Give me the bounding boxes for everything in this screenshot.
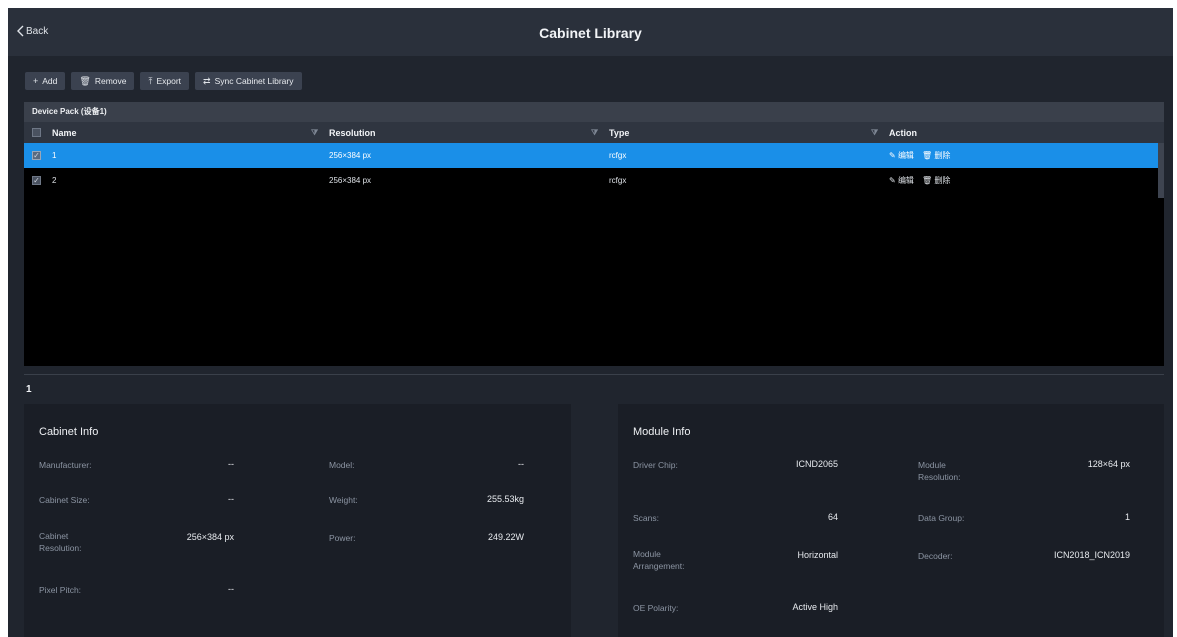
pixel-pitch-value: -- (228, 584, 234, 594)
weight-label: Weight: (329, 495, 358, 505)
table-header: Name ⧩ Resolution ⧩ Type ⧩ Action (24, 122, 1164, 143)
manufacturer-label: Manufacturer: (39, 460, 92, 470)
power-value: 249.22W (487, 532, 524, 542)
column-type[interactable]: Type (609, 128, 629, 138)
page-title: Cabinet Library (539, 25, 642, 41)
module-resolution-value: 128×64 px (1087, 459, 1130, 469)
row-resolution: 256×384 px (329, 151, 372, 160)
cabinet-resolution-label: Cabinet Resolution: (39, 531, 82, 553)
trash-icon: 🗑 (921, 151, 935, 160)
weight-value: 255.53kg (486, 494, 524, 504)
data-group-value: 1 (1124, 512, 1130, 522)
row-actions: ✎ 编辑 🗑 删除 (889, 150, 950, 161)
module-arrangement-value: Horizontal (797, 550, 838, 560)
row-checkbox[interactable]: ✓ (32, 176, 41, 185)
edit-link[interactable]: ✎ 编辑 (889, 150, 914, 161)
row-type: rcfgx (609, 151, 627, 160)
add-button[interactable]: + Add (25, 72, 66, 90)
sync-label: Sync Cabinet Library (214, 76, 294, 86)
row-actions: ✎ 编辑 🗑 删除 (889, 175, 950, 186)
row-type: rcfgx (609, 176, 627, 185)
add-label: Add (42, 76, 58, 86)
remove-label: Remove (94, 76, 127, 86)
row-checkbox[interactable]: ✓ (32, 151, 41, 160)
app-window: Back Cabinet Library + Add 🗑 Remove ⤒ Ex… (8, 8, 1173, 637)
edit-label: 编辑 (897, 176, 914, 185)
pixel-pitch-label: Pixel Pitch: (39, 585, 82, 595)
pencil-icon: ✎ (889, 176, 898, 185)
driver-chip-label: Driver Chip: (633, 460, 678, 470)
trash-icon: 🗑 (79, 75, 91, 86)
filter-icon[interactable]: ⧩ (871, 128, 878, 138)
export-button[interactable]: ⤒ Export (140, 72, 190, 90)
sync-icon: ⇄ (203, 75, 211, 86)
scans-label: Scans: (633, 513, 659, 523)
pencil-icon: ✎ (889, 151, 898, 160)
sync-cabinet-library-button[interactable]: ⇄ Sync Cabinet Library (195, 72, 302, 90)
edit-label: 编辑 (897, 151, 914, 160)
plus-icon: + (33, 76, 39, 86)
export-label: Export (156, 76, 182, 86)
row-name: 2 (52, 176, 57, 185)
column-action: Action (889, 127, 917, 138)
scans-value: 64 (827, 512, 838, 522)
delete-link[interactable]: 🗑 删除 (922, 175, 950, 186)
module-info-panel: Module Info Driver Chip: ICND2065 Module… (618, 404, 1164, 637)
column-name[interactable]: Name (52, 128, 77, 138)
table-scrollbar[interactable] (1158, 143, 1164, 198)
module-info-title: Module Info (633, 426, 691, 438)
cabinet-size-value: -- (228, 494, 234, 504)
cabinet-info-panel: Cabinet Info Manufacturer: -- Model: -- … (24, 404, 571, 637)
export-icon: ⤒ (148, 75, 153, 86)
delete-link[interactable]: 🗑 删除 (922, 150, 950, 161)
cabinet-resolution-value: 256×384 px (186, 532, 234, 542)
column-resolution[interactable]: Resolution (329, 128, 376, 138)
filter-icon[interactable]: ⧩ (311, 128, 318, 138)
device-pack-header: Device Pack (设备1) (24, 102, 1164, 122)
oe-polarity-label: OE Polarity: (633, 603, 679, 613)
decoder-value: ICN2018_ICN2019 (1053, 550, 1130, 560)
trash-icon: 🗑 (921, 176, 935, 185)
title-bar: Back Cabinet Library (8, 8, 1173, 56)
row-name: 1 (52, 151, 57, 160)
driver-chip-value: ICND2065 (795, 459, 838, 469)
manufacturer-value: -- (228, 459, 234, 469)
cabinet-table: Device Pack (设备1) Name ⧩ Resolution ⧩ Ty… (24, 102, 1164, 366)
module-resolution-label: Module Resolution: (918, 460, 961, 482)
filter-icon[interactable]: ⧩ (591, 128, 598, 138)
model-value: -- (518, 459, 524, 469)
row-resolution: 256×384 px (329, 176, 372, 185)
toolbar: + Add 🗑 Remove ⤒ Export ⇄ Sync Cabinet L… (25, 72, 302, 90)
cabinet-info-title: Cabinet Info (39, 426, 99, 438)
remove-button[interactable]: 🗑 Remove (71, 72, 135, 90)
cabinet-size-label: Cabinet Size: (39, 495, 90, 505)
selected-cabinet-label: 1 (26, 384, 32, 395)
table-row[interactable]: ✓ 2 256×384 px rcfgx ✎ 编辑 🗑 删除 (24, 168, 1164, 193)
module-arrangement-label: Module Arrangement: (633, 549, 685, 571)
select-all-checkbox[interactable] (32, 128, 41, 137)
power-label: Power: (329, 533, 356, 543)
model-label: Model: (329, 460, 355, 470)
edit-link[interactable]: ✎ 编辑 (889, 175, 914, 186)
section-divider (24, 374, 1164, 375)
delete-label: 删除 (934, 176, 951, 185)
decoder-label: Decoder: (918, 551, 953, 561)
table-row[interactable]: ✓ 1 256×384 px rcfgx ✎ 编辑 🗑 删除 (24, 143, 1164, 168)
data-group-label: Data Group: (918, 513, 965, 523)
delete-label: 删除 (934, 151, 951, 160)
oe-polarity-value: Active High (792, 602, 838, 612)
